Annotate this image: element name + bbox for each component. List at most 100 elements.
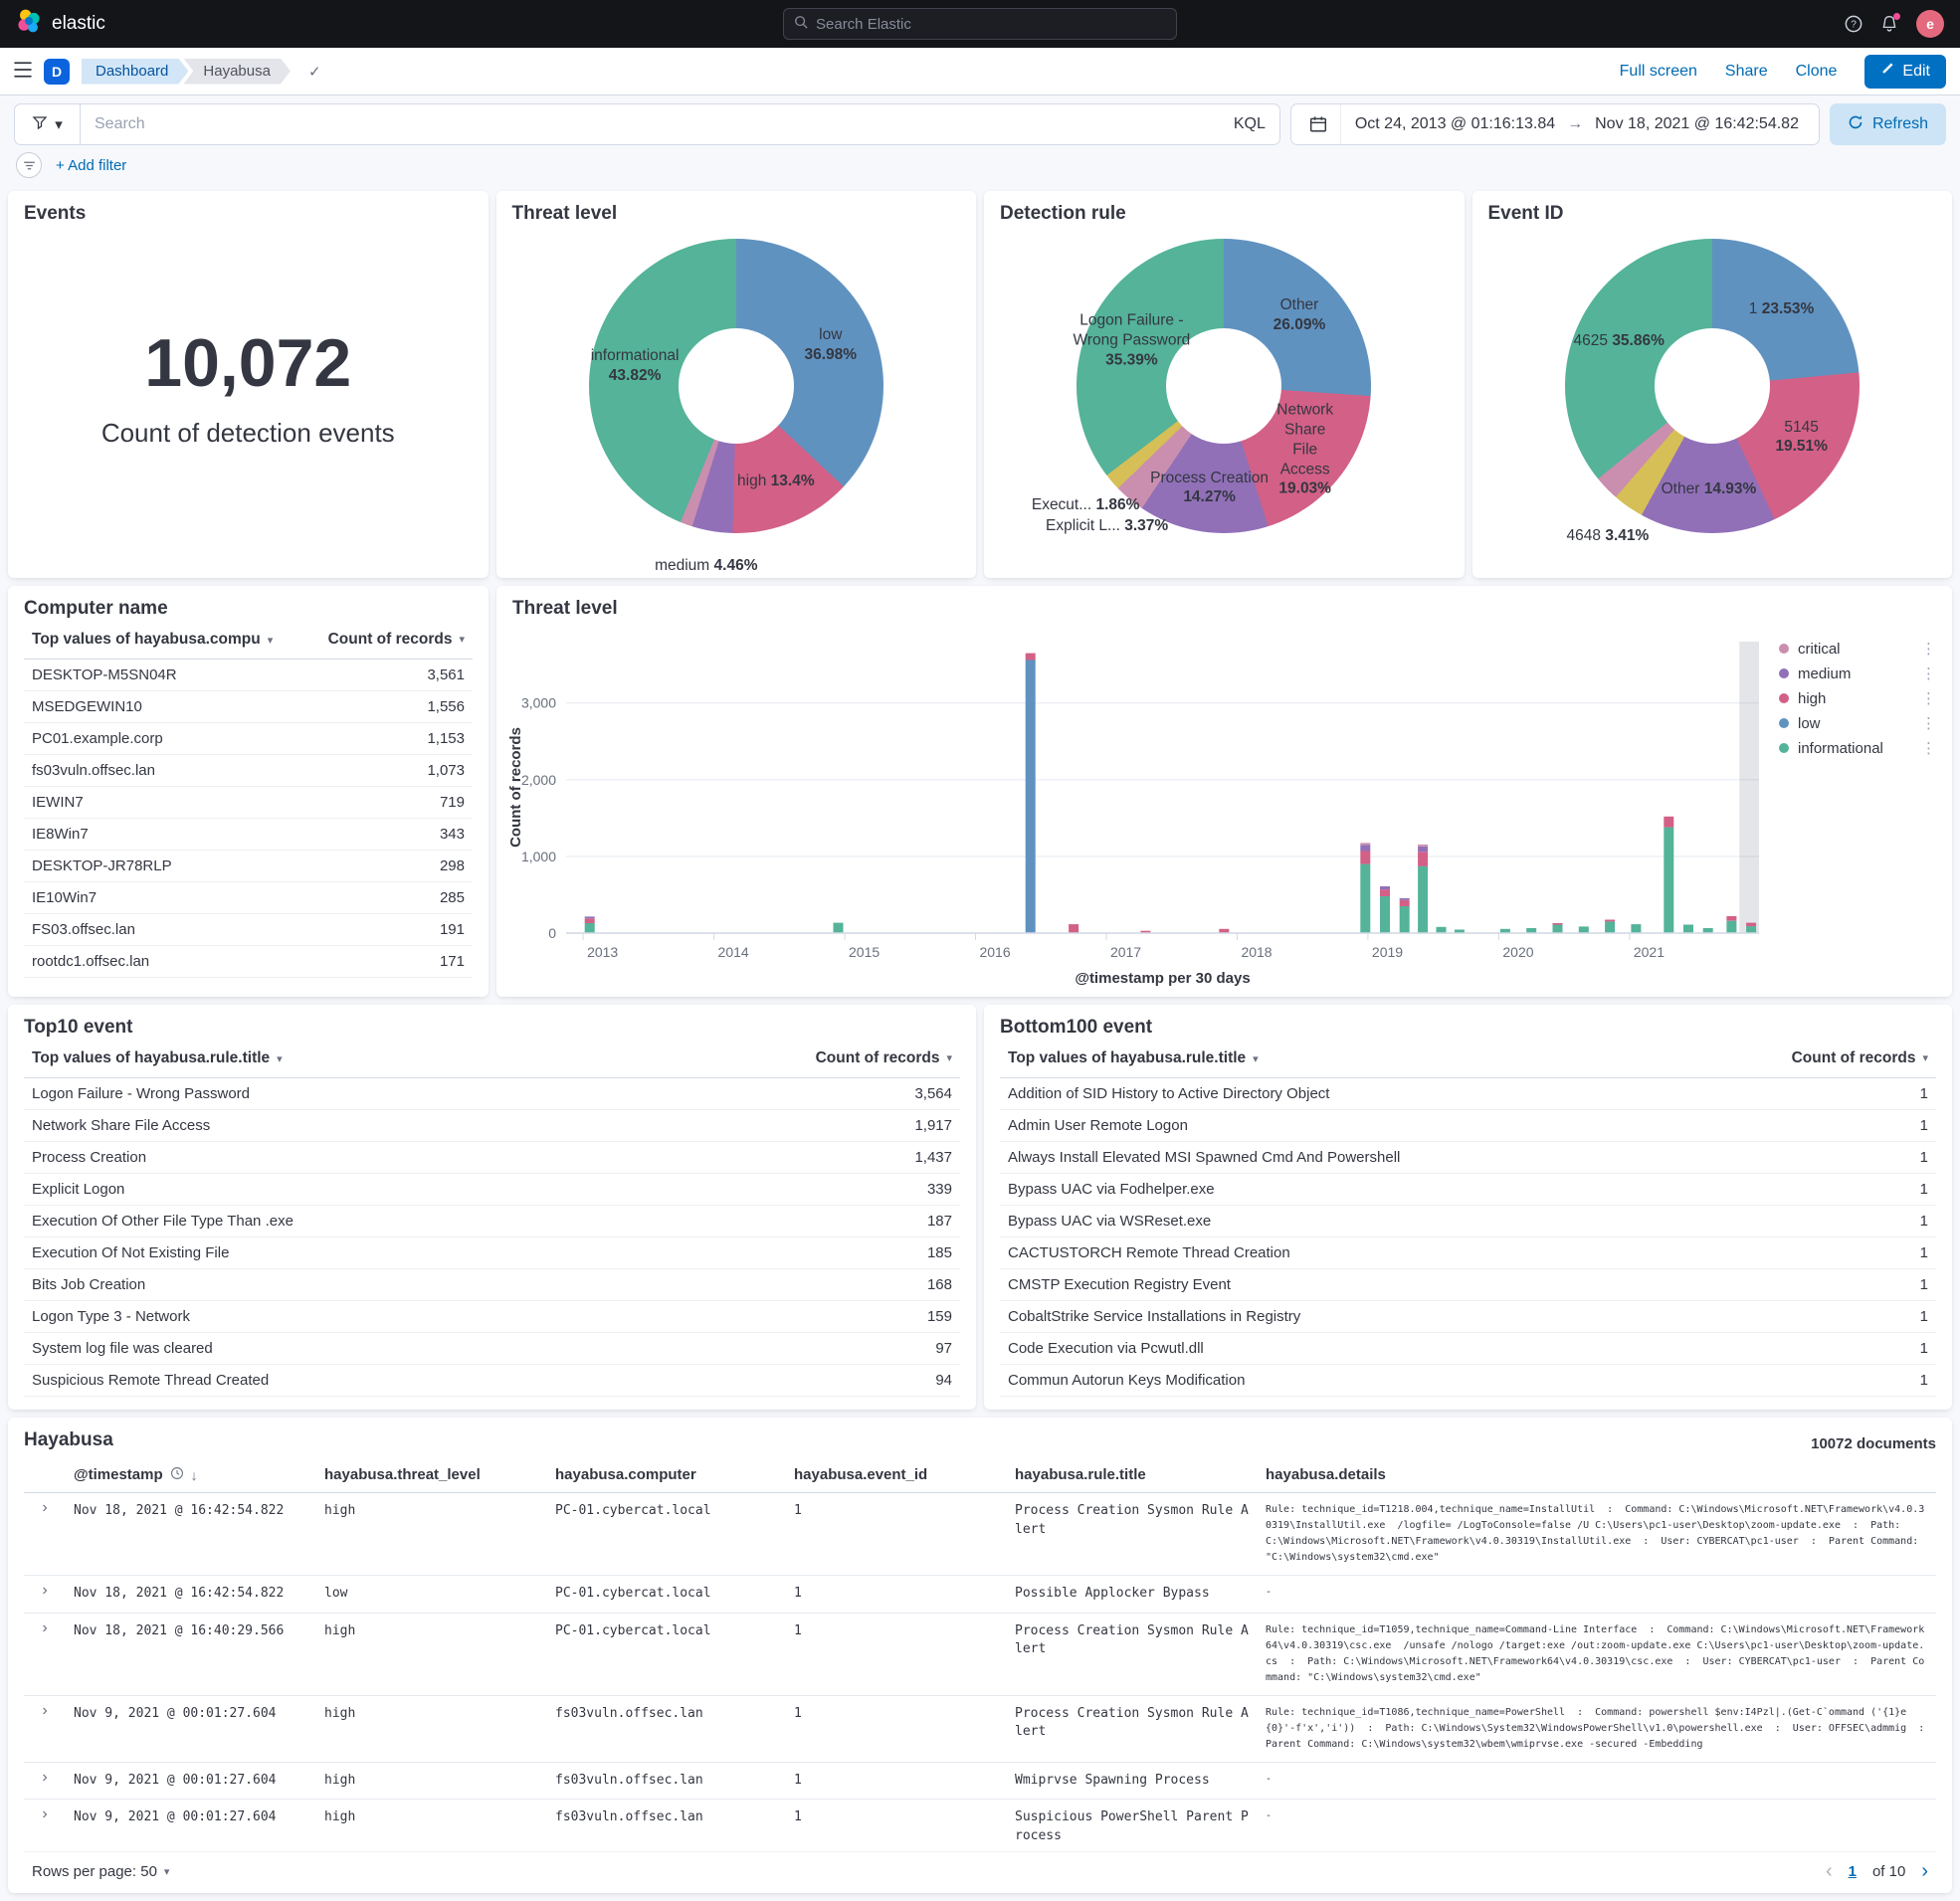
pie-slice-name: Execut... [1032, 496, 1096, 513]
user-avatar[interactable]: e [1916, 10, 1944, 38]
table-row[interactable]: Network Share File Access1,917 [24, 1110, 960, 1142]
table-row[interactable]: IE10Win7285 [24, 882, 473, 914]
expand-document-icon[interactable]: › [24, 1696, 66, 1762]
table-row[interactable]: Logon Failure - Wrong Password3,564 [24, 1078, 960, 1110]
table-row[interactable]: CMSTP Execution Registry Event1 [1000, 1269, 1936, 1301]
column-header-values[interactable]: Top values of hayabusa.compu▾ [32, 631, 273, 649]
column-header-rule-title[interactable]: hayabusa.rule.title [1007, 1458, 1258, 1492]
table-row[interactable]: Logon Type 3 - Network159 [24, 1301, 960, 1333]
table-row[interactable]: CobaltStrike Service Installations in Re… [1000, 1301, 1936, 1333]
clone-button[interactable]: Clone [1796, 63, 1838, 81]
svg-text:2013: 2013 [587, 944, 618, 960]
table-row[interactable]: Execution Of Other File Type Than .exe18… [24, 1206, 960, 1237]
breadcrumb-hayabusa[interactable]: Hayabusa [183, 59, 291, 85]
column-header-count[interactable]: Count of records▾ [328, 631, 465, 649]
elastic-brand[interactable]: elastic [16, 8, 105, 40]
legend-actions-icon[interactable]: ⋮ [1921, 665, 1936, 682]
rows-per-page-button[interactable]: Rows per page: 50 ▾ [32, 1863, 169, 1880]
table-row[interactable]: DESKTOP-M5SN04R3,561 [24, 660, 473, 691]
edit-button[interactable]: Edit [1864, 55, 1946, 89]
table-row[interactable]: Commun Autorun Keys Modification1 [1000, 1365, 1936, 1397]
table-row[interactable]: Suspicious Remote Thread Created94 [24, 1365, 960, 1397]
expand-document-icon[interactable]: › [24, 1614, 66, 1695]
calendar-icon[interactable] [1297, 104, 1341, 144]
column-header-values[interactable]: Top values of hayabusa.rule.title▾ [1008, 1049, 1259, 1067]
legend-actions-icon[interactable]: ⋮ [1921, 640, 1936, 658]
next-page-icon[interactable]: › [1921, 1861, 1928, 1881]
table-row[interactable]: System log file was cleared97 [24, 1333, 960, 1365]
table-row[interactable]: Bypass UAC via Fodhelper.exe1 [1000, 1174, 1936, 1206]
table-row[interactable]: CACTUSTORCH Remote Thread Creation1 [1000, 1237, 1936, 1269]
global-search-input[interactable] [816, 16, 1166, 33]
expand-document-icon[interactable]: › [24, 1800, 66, 1851]
pie-slice-name: 4648 [1567, 527, 1606, 544]
legend-item-high[interactable]: high⋮ [1779, 689, 1936, 707]
detection-rule-pie-chart[interactable]: Other 26.09%Network Share File Access 19… [1077, 239, 1371, 533]
threat-level-histogram[interactable]: 01,0002,0003,000201320142015201620172018… [502, 630, 1944, 991]
table-row[interactable]: Bits Job Creation168 [24, 1269, 960, 1301]
sort-desc-icon[interactable]: ↓ [191, 1467, 198, 1483]
legend-actions-icon[interactable]: ⋮ [1921, 739, 1936, 757]
cell-value: DESKTOP-JR78RLP [32, 857, 184, 874]
expand-document-icon[interactable]: › [24, 1576, 66, 1613]
legend-item-medium[interactable]: medium⋮ [1779, 665, 1936, 682]
column-header-threat-level[interactable]: hayabusa.threat_level [316, 1458, 547, 1492]
column-header-count[interactable]: Count of records▾ [1792, 1049, 1928, 1067]
table-row[interactable]: fs03vuln.offsec.lan1,073 [24, 755, 473, 787]
check-icon[interactable]: ✓ [308, 63, 321, 81]
search-icon [794, 15, 808, 33]
cell-computer: PC-01.cybercat.local [547, 1614, 786, 1695]
search-input[interactable] [95, 115, 1216, 133]
expand-document-icon[interactable]: › [24, 1763, 66, 1800]
column-header-computer[interactable]: hayabusa.computer [547, 1458, 786, 1492]
chevron-down-icon: ▾ [459, 633, 465, 646]
table-row[interactable]: Addition of SID History to Active Direct… [1000, 1078, 1936, 1110]
threat-level-pie-chart[interactable]: low 36.98%high 13.4%medium 4.46%informat… [589, 239, 883, 533]
breadcrumb-dashboard[interactable]: Dashboard [82, 59, 188, 85]
table-row[interactable]: rootdc1.offsec.lan171 [24, 946, 473, 978]
global-search[interactable] [783, 8, 1177, 40]
legend-actions-icon[interactable]: ⋮ [1921, 689, 1936, 707]
help-icon[interactable]: ? [1845, 15, 1862, 33]
table-row[interactable]: Bypass UAC via WSReset.exe1 [1000, 1206, 1936, 1237]
saved-query-menu-button[interactable]: ▾ [14, 103, 80, 145]
legend-item-critical[interactable]: critical⋮ [1779, 640, 1936, 658]
page-number-button[interactable]: 1 [1849, 1863, 1857, 1880]
full-screen-button[interactable]: Full screen [1620, 63, 1697, 81]
refresh-button[interactable]: Refresh [1830, 103, 1946, 145]
legend-item-low[interactable]: low⋮ [1779, 714, 1936, 732]
column-header-event-id[interactable]: hayabusa.event_id [786, 1458, 1007, 1492]
filter-options-icon[interactable] [16, 152, 42, 178]
legend-item-informational[interactable]: informational⋮ [1779, 739, 1936, 757]
table-row[interactable]: FS03.offsec.lan191 [24, 914, 473, 946]
table-row[interactable]: MSEDGEWIN101,556 [24, 691, 473, 723]
notifications-bell-icon[interactable] [1880, 15, 1898, 33]
table-row[interactable]: Execution Of Not Existing File185 [24, 1237, 960, 1269]
event-id-pie-chart[interactable]: 1 23.53%5145 19.51%Other 14.93%4648 3.41… [1565, 239, 1860, 533]
table-row[interactable]: Explicit Logon339 [24, 1174, 960, 1206]
column-header-count[interactable]: Count of records▾ [816, 1049, 952, 1067]
table-row[interactable]: DESKTOP-JR78RLP298 [24, 851, 473, 882]
table-row[interactable]: Admin User Remote Logon1 [1000, 1110, 1936, 1142]
date-from[interactable]: Oct 24, 2013 @ 01:16:13.84 [1355, 115, 1555, 133]
cell-computer: fs03vuln.offsec.lan [547, 1763, 786, 1800]
column-header-values[interactable]: Top values of hayabusa.rule.title▾ [32, 1049, 283, 1067]
table-row[interactable]: IEWIN7719 [24, 787, 473, 819]
space-badge[interactable]: D [44, 59, 70, 85]
date-to[interactable]: Nov 18, 2021 @ 16:42:54.82 [1595, 115, 1799, 133]
table-row[interactable]: IE8Win7343 [24, 819, 473, 851]
column-header-details[interactable]: hayabusa.details [1258, 1458, 1936, 1492]
legend-actions-icon[interactable]: ⋮ [1921, 714, 1936, 732]
query-language-badge[interactable]: KQL [1224, 115, 1266, 133]
pie-slice-name: 5145 [1784, 419, 1818, 436]
table-row[interactable]: Always Install Elevated MSI Spawned Cmd … [1000, 1142, 1936, 1174]
previous-page-icon[interactable]: ‹ [1826, 1861, 1833, 1881]
share-button[interactable]: Share [1725, 63, 1768, 81]
add-filter-button[interactable]: + Add filter [56, 157, 126, 174]
table-row[interactable]: Process Creation1,437 [24, 1142, 960, 1174]
table-row[interactable]: PC01.example.corp1,153 [24, 723, 473, 755]
column-header-timestamp[interactable]: @timestamp ↓ [66, 1458, 316, 1492]
expand-document-icon[interactable]: › [24, 1493, 66, 1575]
menu-icon[interactable] [14, 62, 32, 82]
table-row[interactable]: Code Execution via Pcwutl.dll1 [1000, 1333, 1936, 1365]
